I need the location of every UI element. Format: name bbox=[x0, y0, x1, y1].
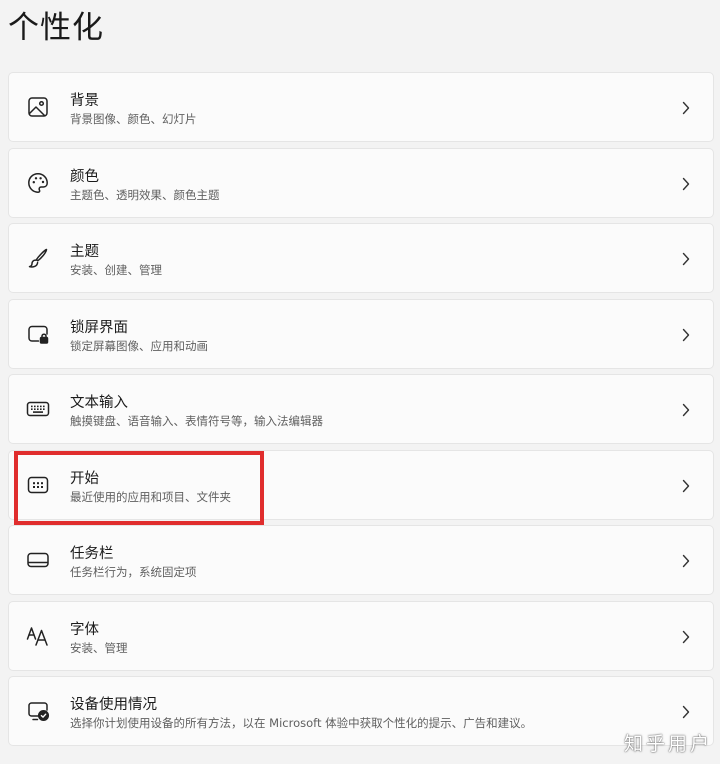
settings-item-description: 背景图像、颜色、幻灯片 bbox=[70, 112, 197, 126]
settings-item-title: 背景 bbox=[70, 93, 99, 109]
settings-item-description: 触摸键盘、语音输入、表情符号等，输入法编辑器 bbox=[70, 414, 323, 428]
settings-item-colors[interactable]: 颜色 主题色、透明效果、颜色主题 bbox=[8, 147, 714, 218]
settings-item-title: 开始 bbox=[70, 470, 99, 487]
settings-item-title: 锁屏界面 bbox=[70, 319, 128, 336]
chevron-right-icon bbox=[681, 629, 691, 645]
brush-icon bbox=[25, 245, 51, 271]
settings-item-title: 文本输入 bbox=[70, 395, 128, 411]
lock-screen-icon bbox=[25, 321, 51, 347]
settings-item-description: 锁定屏幕图像、应用和动画 bbox=[70, 338, 208, 353]
settings-item-description: 最近使用的应用和项目、文件夹 bbox=[70, 489, 231, 504]
device-usage-icon bbox=[25, 698, 51, 724]
chevron-right-icon bbox=[681, 176, 691, 192]
page-title: 个性化 bbox=[8, 10, 104, 46]
settings-item-title: 设备使用情况 bbox=[70, 697, 157, 713]
settings-item-taskbar[interactable]: 任务栏 任务栏行为，系统固定项 bbox=[8, 525, 714, 595]
settings-item-start[interactable]: 开始 最近使用的应用和项目、文件夹 bbox=[8, 449, 714, 520]
font-icon bbox=[25, 623, 51, 649]
chevron-right-icon bbox=[681, 251, 691, 267]
chevron-right-icon bbox=[681, 100, 691, 116]
settings-item-description: 安装、创建、管理 bbox=[70, 263, 162, 277]
settings-item-background[interactable]: 背景 背景图像、颜色、幻灯片 bbox=[8, 72, 714, 142]
chevron-right-icon bbox=[681, 553, 691, 569]
chevron-right-icon bbox=[681, 704, 691, 720]
taskbar-icon bbox=[25, 547, 51, 573]
settings-item-title: 主题 bbox=[70, 244, 99, 260]
watermark: 知乎用户 bbox=[623, 733, 712, 755]
start-menu-icon bbox=[25, 472, 51, 498]
settings-item-description: 主题色、透明效果、颜色主题 bbox=[70, 187, 220, 202]
chevron-right-icon bbox=[681, 478, 691, 494]
settings-item-description: 选择你计划使用设备的所有方法，以在 Microsoft 体验中获取个性化的提示、… bbox=[70, 716, 533, 730]
settings-item-fonts[interactable]: 字体 安装、管理 bbox=[8, 600, 714, 671]
settings-item-description: 安装、管理 bbox=[70, 640, 128, 655]
settings-item-text-input[interactable]: 文本输入 触摸键盘、语音输入、表情符号等，输入法编辑器 bbox=[8, 374, 714, 444]
chevron-right-icon bbox=[681, 327, 691, 343]
settings-item-description: 任务栏行为，系统固定项 bbox=[70, 565, 197, 579]
settings-item-title: 颜色 bbox=[70, 168, 99, 185]
palette-icon bbox=[25, 170, 51, 196]
settings-item-device-usage[interactable]: 设备使用情况 选择你计划使用设备的所有方法，以在 Microsoft 体验中获取… bbox=[8, 676, 714, 746]
settings-item-lock-screen[interactable]: 锁屏界面 锁定屏幕图像、应用和动画 bbox=[8, 298, 714, 369]
chevron-right-icon bbox=[681, 402, 691, 418]
keyboard-icon bbox=[25, 396, 51, 422]
settings-item-title: 字体 bbox=[70, 621, 99, 638]
settings-list: 背景 背景图像、颜色、幻灯片 颜色 主题色、透明效果、颜色主题 主题 安装、创建… bbox=[8, 72, 714, 752]
image-icon bbox=[25, 94, 51, 120]
settings-item-themes[interactable]: 主题 安装、创建、管理 bbox=[8, 223, 714, 293]
settings-item-title: 任务栏 bbox=[70, 546, 114, 562]
